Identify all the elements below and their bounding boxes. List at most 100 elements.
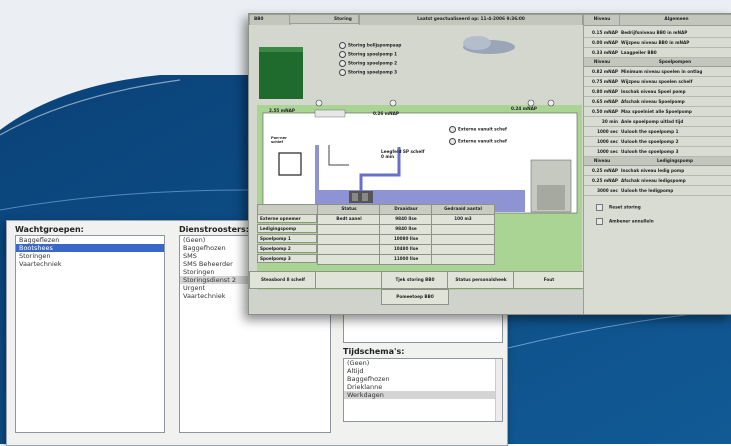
footer-blank — [315, 271, 383, 289]
parameter-row[interactable]: 0.50 mNAP Max spoelniet alle Spoelpomp — [584, 107, 731, 117]
list-item[interactable]: Vaartechniek — [16, 260, 164, 268]
panel-section-header: Niveau Ledigingspomp — [584, 157, 731, 166]
parameter-value: 1000 sec — [597, 149, 618, 154]
parameter-label: Uulooh the spoelpomp 2 — [621, 139, 679, 144]
parameter-row[interactable]: 1000 sec Uulooh the spoelpomp 3 — [584, 147, 731, 157]
extern-2[interactable]: Externe vanuit schef — [449, 138, 507, 145]
parameter-value: 0.75 mNAP — [592, 79, 618, 84]
parameter-row[interactable]: 3000 sec Uulooh the ledigpomp — [584, 186, 731, 196]
checkbox-icon[interactable] — [596, 204, 603, 211]
parameter-label: Laagpeiler BB0 — [621, 50, 657, 55]
list-item[interactable]: Baggeflezen — [16, 236, 164, 244]
table-cell: Externe opnemer — [257, 214, 317, 223]
footer-c5: Pomeetoep BB0 — [381, 289, 449, 305]
parameter-label: Inschak niveau Spoel pomp — [621, 89, 686, 94]
parameter-row[interactable]: 30 min Anle spoelpomp uitlad tijd — [584, 117, 731, 127]
list-item[interactable]: Baggefhozen — [344, 375, 502, 383]
table-cell: Spoelpomp 3 — [257, 254, 317, 263]
list-item[interactable]: (Geen) — [344, 359, 502, 367]
parameter-value: 0.50 mNAP — [592, 109, 618, 114]
radio-icon — [339, 51, 346, 58]
parameter-row[interactable]: 0.65 mNAP Afschak niveau Spoelpomp — [584, 97, 731, 107]
tijdschemas-list[interactable]: (Geen) Altijd Baggefhozen Drieklanne Werkdag… — [343, 358, 503, 422]
wachtgroepen-title: Wachtgroepen: — [15, 225, 84, 234]
checkbox-label: Ambener annulleln — [609, 218, 654, 224]
parameter-value: 3000 sec — [597, 188, 618, 193]
list-item[interactable]: Bootshees — [16, 244, 164, 252]
wachtgroepen-list[interactable]: Baggeflezen Bootshees Storingen Vaartechnie… — [15, 235, 165, 433]
list-item[interactable]: Altijd — [344, 367, 502, 375]
parameter-label: Uulooh the spoelpomp 3 — [621, 149, 679, 154]
scada-overview-window: BB0 Storing Laatst geactualiseerd op: 11… — [248, 13, 731, 315]
level-mid: 0.26 mNAP — [373, 111, 399, 116]
header-storing: Storing — [289, 14, 359, 24]
parameter-row[interactable]: 0.33 mNAP Laagpeiler BB0 — [584, 48, 731, 58]
parameter-value: 0.65 mNAP — [592, 99, 618, 104]
parameter-value: 0.33 mNAP — [592, 50, 618, 55]
parameter-row[interactable]: 0.00 mNAP Wijzpeu niveau BB0 in mNAP — [584, 38, 731, 48]
footer-c2: Tjek storing BB0 — [381, 271, 449, 289]
parameter-label: Afschak niveau ledigspomp — [621, 178, 686, 183]
parameter-label: Wijzpeu niveau spoelen schelf — [621, 79, 693, 84]
parameter-label: Uulooh the ledigpomp — [621, 188, 674, 193]
parameter-row[interactable]: 0.82 mNAP Minimum niveau spoelen in ontla… — [584, 67, 731, 77]
parameters-panel: 0.15 mNAP Bedrijfsniveau BB0 in mNAP 0.00 … — [583, 25, 731, 314]
radio-icon — [339, 60, 346, 67]
table-cell: 11000 Ilse — [379, 254, 433, 265]
tank-icon — [259, 47, 303, 99]
table-cell: Spoelpomp 1 — [257, 234, 317, 243]
footer-c3: Status personalsheek — [447, 271, 515, 289]
tijdschemas-title: Tijdschema's: — [343, 347, 405, 356]
parameter-label: Wijzpeu niveau BB0 in mNAP — [621, 40, 690, 45]
parameter-row[interactable]: 0.25 mNAP Afschak niveau ledigspomp — [584, 176, 731, 186]
parameter-label: Minimum niveau spoelen in ontlag — [621, 69, 703, 74]
parameter-label: Uulooh the spoelpomp 1 — [621, 129, 679, 134]
parameter-row[interactable]: 1000 sec Uulooh the spoelpomp 2 — [584, 137, 731, 147]
section-niveau: Niveau — [593, 59, 611, 64]
table-cell — [431, 254, 495, 265]
parameter-value: 30 min — [601, 119, 618, 124]
radio-icon — [339, 42, 346, 49]
parameter-value: 1000 sec — [597, 139, 618, 144]
parameter-row[interactable]: 1000 sec Uulooh the spoelpomp 1 — [584, 127, 731, 137]
radio-storing-2[interactable]: Storing spoelpomp 1 — [339, 51, 397, 58]
parameter-label: Afschak niveau Spoelpomp — [621, 99, 685, 104]
parameter-row[interactable]: 0.25 mNAP Inschak niveau ledig pomp — [584, 166, 731, 176]
checkbox-row[interactable]: Ambener annulleln — [596, 218, 654, 225]
radio-icon — [339, 69, 346, 76]
list-item[interactable]: Storingen — [16, 252, 164, 260]
level-right: 0.24 mNAP — [511, 106, 537, 111]
footer-c4: Fout — [513, 271, 585, 289]
parameter-value: 1000 sec — [597, 129, 618, 134]
parameter-row[interactable]: 0.15 mNAP Bedrijfsniveau BB0 in mNAP — [584, 28, 731, 38]
checkbox-label: Reset storing — [609, 204, 641, 210]
parameter-row[interactable]: 0.75 mNAP Wijzpeu niveau spoelen schelf — [584, 77, 731, 87]
parameter-label: Max spoelniet alle Spoelpomp — [621, 109, 692, 114]
box-label: Pon-ner schlef — [271, 136, 287, 144]
parameter-label: Inschak niveau ledig pomp — [621, 168, 685, 173]
checkbox-row[interactable]: Reset storing — [596, 204, 641, 211]
section-title: Spoelpompen — [658, 59, 692, 64]
table-cell — [317, 254, 381, 265]
parameter-label: Bedrijfsniveau BB0 in mNAP — [621, 30, 688, 35]
scrollbar[interactable] — [495, 359, 502, 421]
table-cell: Ledigingspomp — [257, 224, 317, 233]
list-item[interactable]: Werkdagen — [344, 391, 502, 399]
radio-icon — [449, 138, 456, 145]
parameter-value: 0.00 mNAP — [592, 40, 618, 45]
parameter-row[interactable]: 0.80 mNAP Inschak niveau Spoel pomp — [584, 87, 731, 97]
extern-1[interactable]: Externe vanuit schef — [449, 126, 507, 133]
panel-section-header: Niveau Spoelpompen — [584, 58, 731, 67]
parameter-label: Anle spoelpomp uitlad tijd — [621, 119, 684, 124]
legend-label: Leegfeld SP schelf 0 min — [381, 149, 425, 159]
dienstroosters-title: Dienstroosters: — [179, 225, 249, 234]
radio-storing-3[interactable]: Storing spoelpomp 2 — [339, 60, 397, 67]
parameter-value: 0.80 mNAP — [592, 89, 618, 94]
checkbox-icon[interactable] — [596, 218, 603, 225]
list-item[interactable]: Drieklanne — [344, 383, 502, 391]
radio-storing-1[interactable]: Storing bolljspompaap — [339, 42, 401, 49]
section-title: Ledigingspomp — [656, 158, 694, 163]
parameter-value: 0.82 mNAP — [592, 69, 618, 74]
parameter-value: 0.25 mNAP — [592, 168, 618, 173]
radio-storing-4[interactable]: Storing spoelpomp 3 — [339, 69, 397, 76]
